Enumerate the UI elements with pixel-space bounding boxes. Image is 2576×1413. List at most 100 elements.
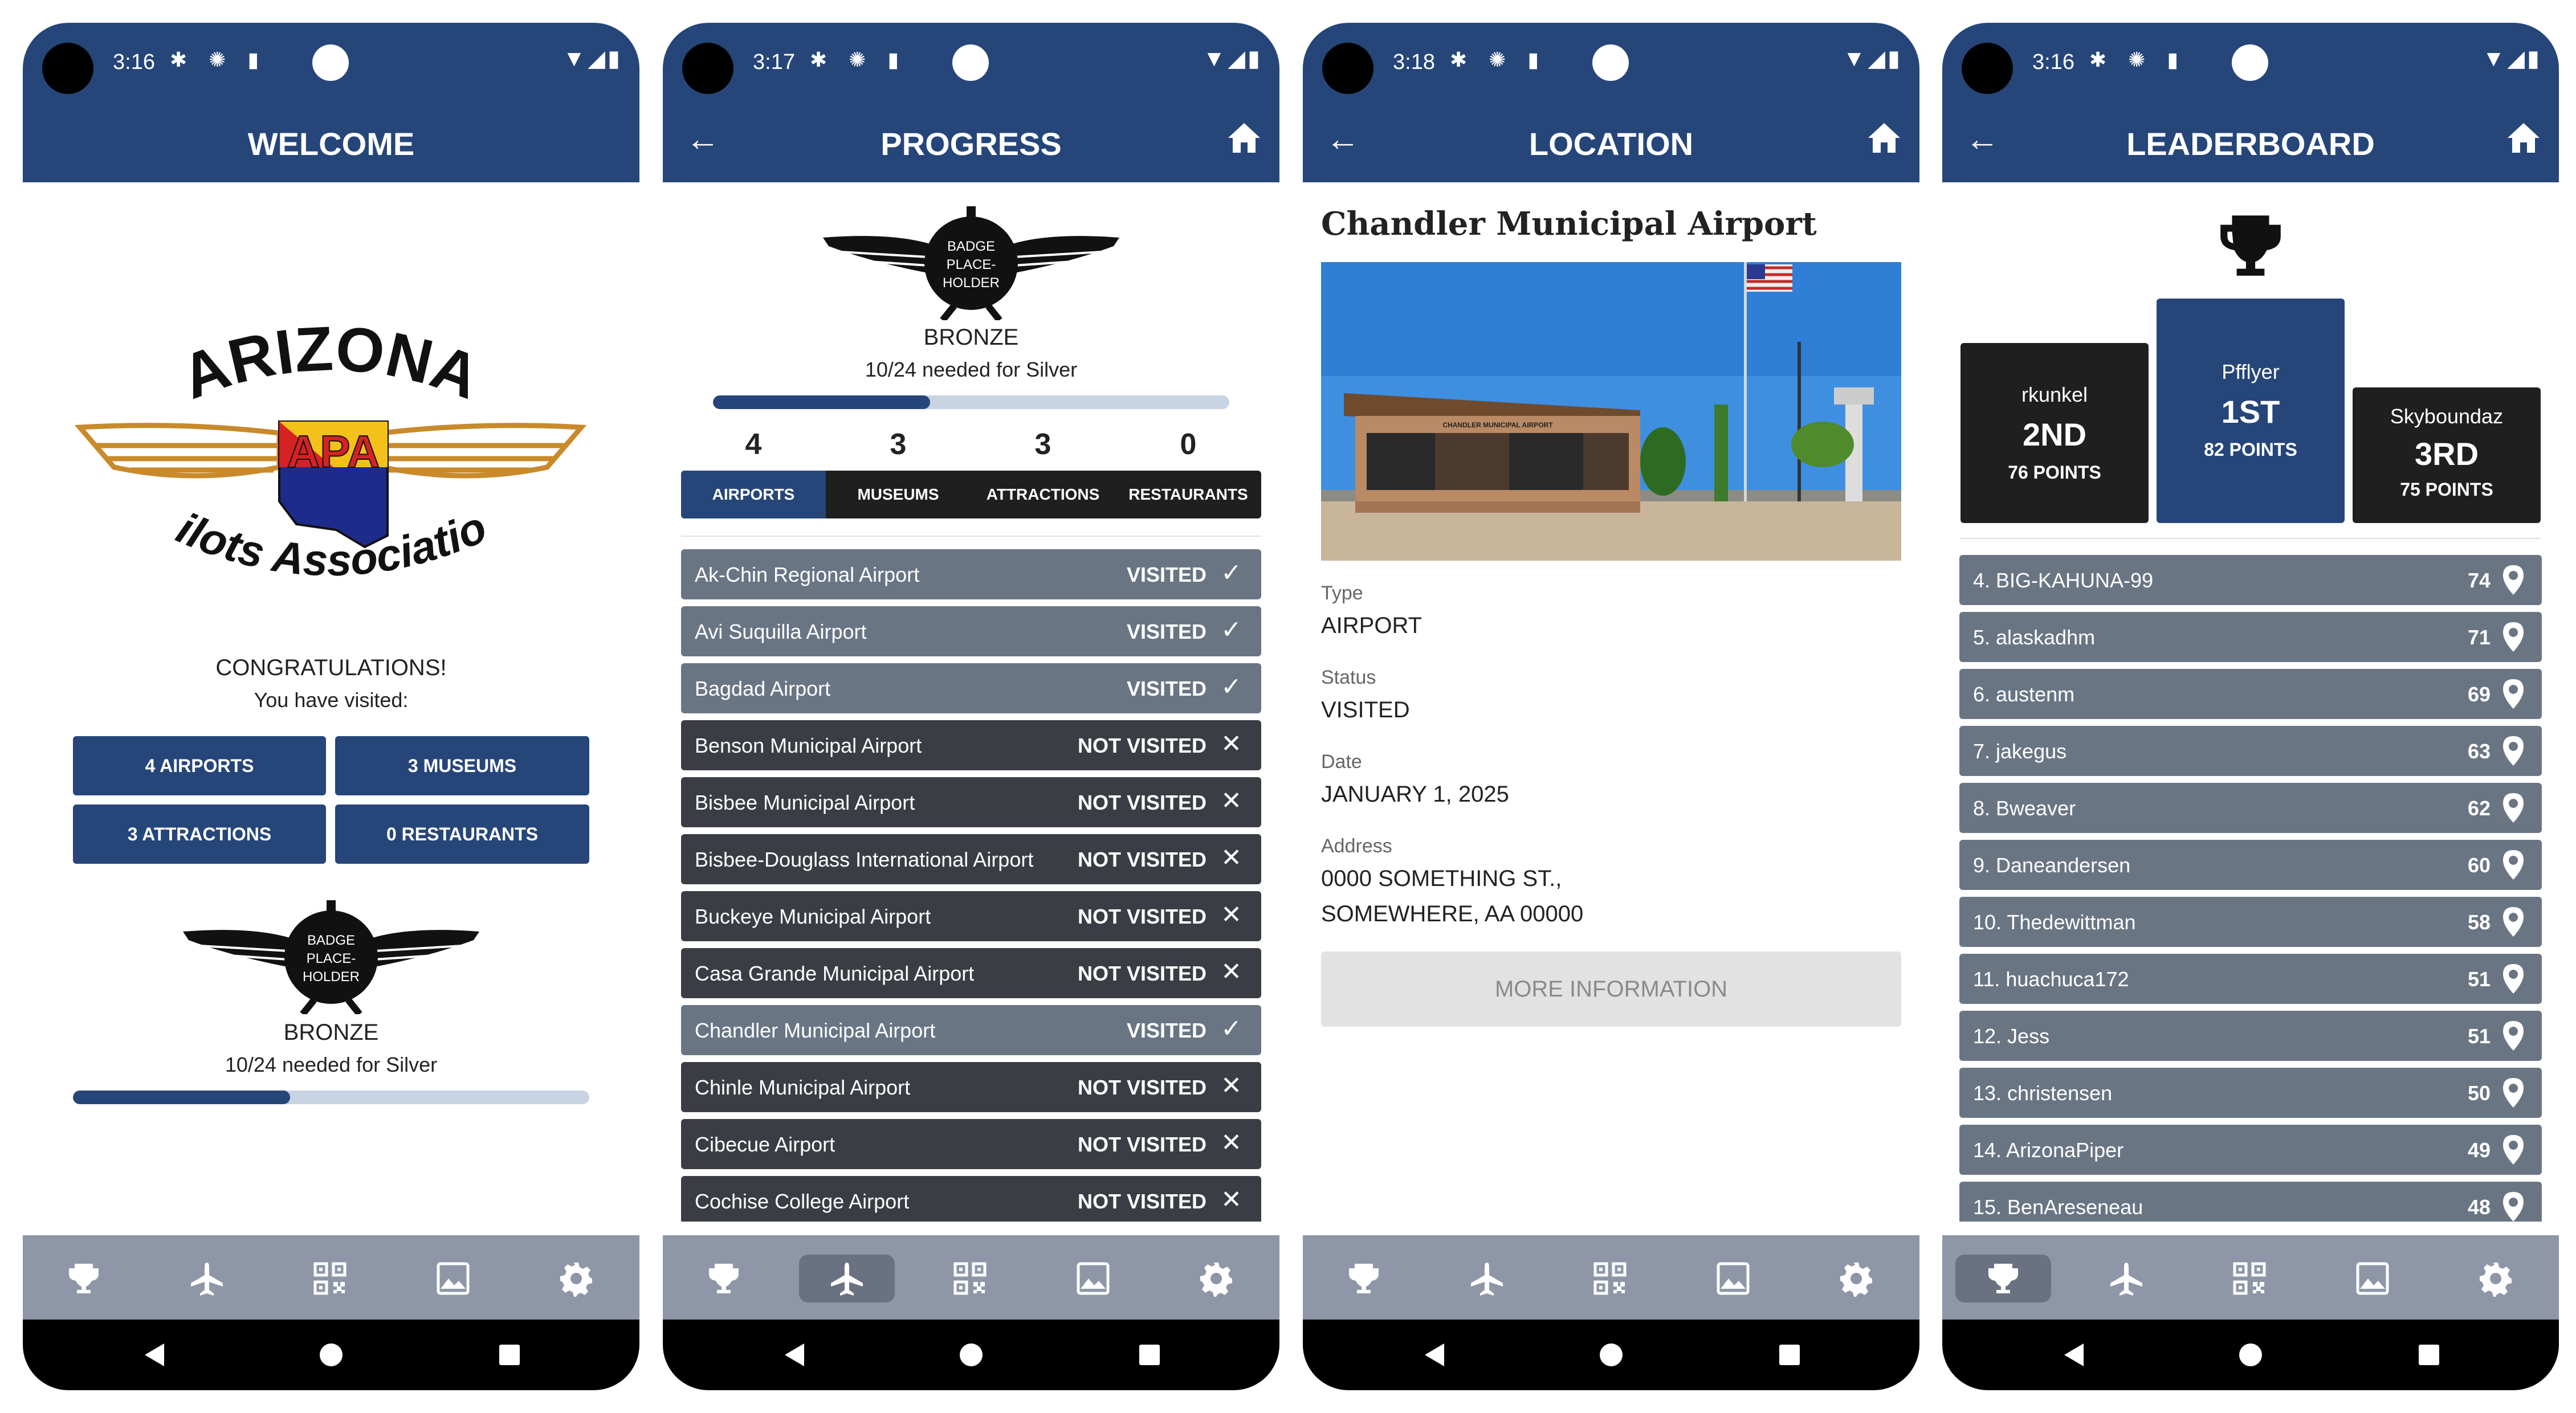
nav-recents-icon[interactable]: [496, 1341, 523, 1369]
tab-leaderboard[interactable]: [1955, 1255, 2051, 1302]
airport-row[interactable]: Benson Municipal Airport NOT VISITED ✕: [681, 720, 1261, 770]
airport-row[interactable]: Bisbee-Douglass International Airport NOT…: [681, 834, 1261, 884]
tab-settings[interactable]: [1168, 1255, 1264, 1302]
nav-home-icon[interactable]: [1597, 1341, 1625, 1369]
nav-recents-icon[interactable]: [1776, 1341, 1803, 1369]
nav-recents-icon[interactable]: [1136, 1341, 1163, 1369]
nav-home-icon[interactable]: [2237, 1341, 2264, 1369]
tab-gallery[interactable]: [1045, 1255, 1141, 1302]
tab-scan[interactable]: [922, 1255, 1018, 1302]
status-dot: [952, 44, 989, 81]
attractions-count-button[interactable]: 3 ATTRACTIONS: [73, 804, 326, 864]
nav-back-icon[interactable]: [781, 1341, 809, 1369]
tab-settings[interactable]: [1808, 1255, 1904, 1302]
map-pin-icon[interactable]: [2502, 678, 2525, 710]
leader-name: 4. BIG-KAHUNA-99: [1973, 569, 2154, 592]
more-information-button[interactable]: MORE INFORMATION: [1321, 951, 1901, 1027]
map-pin-icon[interactable]: [2502, 1020, 2525, 1052]
tab-scan[interactable]: [1562, 1255, 1658, 1302]
tab-leaderboard[interactable]: [1316, 1255, 1412, 1302]
podium-third[interactable]: Skyboundaz 3RD 75 POINTS: [2353, 387, 2541, 523]
podium-first[interactable]: Pfflyer 1ST 82 POINTS: [2157, 299, 2345, 523]
map-pin-icon[interactable]: [2502, 564, 2525, 596]
nav-home-icon[interactable]: [317, 1341, 345, 1369]
leader-name: 9. Daneandersen: [1973, 853, 2131, 877]
nav-back-icon[interactable]: [1421, 1341, 1449, 1369]
tab-scan[interactable]: [2202, 1255, 2297, 1302]
progress-screen: 3:17 ✱ ✺ ▮ ▼◢▮ ← PROGRESS BADGE PLACE- H…: [663, 23, 1279, 1390]
tab-leaderboard[interactable]: [36, 1255, 132, 1302]
leaderboard-row[interactable]: 11. huachuca172 51: [1959, 954, 2542, 1004]
leaderboard-row[interactable]: 10. Thedewittman 58: [1959, 897, 2542, 947]
badge-level: BRONZE: [923, 325, 1019, 350]
date-value: JANUARY 1, 2025: [1321, 782, 1509, 807]
map-pin-icon[interactable]: [2502, 792, 2525, 824]
nav-home-icon[interactable]: [957, 1341, 985, 1369]
leaderboard-row[interactable]: 6. austenm 69: [1959, 669, 2542, 719]
home-icon[interactable]: [1866, 120, 1902, 156]
map-pin-icon[interactable]: [2502, 1077, 2525, 1109]
divider: [681, 536, 1261, 537]
airport-row[interactable]: Cochise College Airport NOT VISITED ✕: [681, 1176, 1261, 1222]
home-icon[interactable]: [2505, 120, 2542, 156]
leaderboard-row[interactable]: 9. Daneandersen 60: [1959, 840, 2542, 890]
leaderboard-row[interactable]: 4. BIG-KAHUNA-99 74: [1959, 555, 2542, 605]
trophy-icon: [69, 1264, 99, 1293]
airports-count-button[interactable]: 4 AIRPORTS: [73, 736, 326, 795]
tab-settings[interactable]: [2448, 1255, 2544, 1302]
tab-gallery[interactable]: [1685, 1255, 1781, 1302]
airport-row[interactable]: Buckeye Municipal Airport NOT VISITED ✕: [681, 891, 1261, 941]
map-pin-icon[interactable]: [2502, 963, 2525, 995]
airport-row[interactable]: Cibecue Airport NOT VISITED ✕: [681, 1119, 1261, 1169]
tab-progress[interactable]: [799, 1255, 895, 1302]
map-pin-icon[interactable]: [2502, 906, 2525, 938]
leader-points: 49: [2467, 1138, 2491, 1162]
status-dot: [1592, 44, 1629, 81]
leaderboard-row[interactable]: 14. ArizonaPiper 49: [1959, 1125, 2542, 1175]
date-label: Date: [1321, 751, 1362, 773]
home-icon[interactable]: [1226, 120, 1262, 156]
map-pin-icon[interactable]: [2502, 735, 2525, 767]
page-title: LEADERBOARD: [2126, 126, 2375, 162]
tab-progress[interactable]: [2078, 1255, 2174, 1302]
nav-back-icon[interactable]: [2061, 1341, 2088, 1369]
tab-progress[interactable]: [1439, 1255, 1535, 1302]
tab-scan[interactable]: [282, 1255, 378, 1302]
map-pin-icon[interactable]: [2502, 621, 2525, 653]
leaderboard-row[interactable]: 5. alaskadhm 71: [1959, 612, 2542, 662]
tab-gallery[interactable]: [2325, 1255, 2420, 1302]
leaderboard-row[interactable]: 12. Jess 51: [1959, 1011, 2542, 1061]
map-pin-icon[interactable]: [2502, 1191, 2525, 1222]
tab-progress[interactable]: [159, 1255, 255, 1302]
restaurants-count-button[interactable]: 0 RESTAURANTS: [335, 804, 589, 864]
badge-needed: 10/24 needed for Silver: [865, 358, 1078, 381]
airport-row[interactable]: Chandler Municipal Airport VISITED ✓: [681, 1005, 1261, 1055]
tab-airports[interactable]: AIRPORTS: [681, 471, 826, 518]
airport-row[interactable]: Avi Suquilla Airport VISITED ✓: [681, 606, 1261, 656]
tab-attractions[interactable]: ATTRACTIONS: [971, 471, 1115, 518]
leaderboard-row[interactable]: 8. Bweaver 62: [1959, 783, 2542, 833]
tab-leaderboard[interactable]: [676, 1255, 772, 1302]
tab-gallery[interactable]: [405, 1255, 501, 1302]
nav-recents-icon[interactable]: [2415, 1341, 2443, 1369]
airport-row[interactable]: Ak-Chin Regional Airport VISITED ✓: [681, 549, 1261, 599]
map-pin-icon[interactable]: [2502, 849, 2525, 881]
nav-back-icon[interactable]: [141, 1341, 169, 1369]
app-bar: ← LOCATION: [1303, 97, 1919, 182]
leaderboard-row[interactable]: 7. jakegus 63: [1959, 726, 2542, 776]
airport-row[interactable]: Bagdad Airport VISITED ✓: [681, 663, 1261, 713]
airport-row[interactable]: Casa Grande Municipal Airport NOT VISITED…: [681, 948, 1261, 998]
tab-restaurants[interactable]: RESTAURANTS: [1115, 471, 1261, 518]
bottom-tab-bar: [663, 1235, 1279, 1320]
status-time: 3:17: [753, 50, 795, 74]
leaderboard-row[interactable]: 15. BenAreseneau 48: [1959, 1182, 2542, 1222]
tab-settings[interactable]: [528, 1255, 624, 1302]
airport-row[interactable]: Bisbee Municipal Airport NOT VISITED ✕: [681, 777, 1261, 827]
badge-text-1: BADGE: [307, 933, 355, 948]
podium-second[interactable]: rkunkel 2ND 76 POINTS: [1960, 343, 2149, 523]
map-pin-icon[interactable]: [2502, 1134, 2525, 1166]
tab-museums[interactable]: MUSEUMS: [826, 471, 971, 518]
airport-row[interactable]: Chinle Municipal Airport NOT VISITED ✕: [681, 1062, 1261, 1112]
museums-count-button[interactable]: 3 MUSEUMS: [335, 736, 589, 795]
leaderboard-row[interactable]: 13. christensen 50: [1959, 1068, 2542, 1118]
